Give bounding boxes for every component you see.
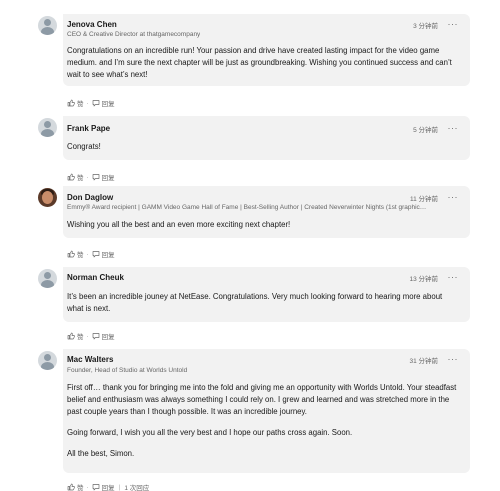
separator-dot: · (86, 173, 89, 181)
comment-paragraph: First off… thank you for bringing me int… (67, 383, 457, 416)
comment-paragraph: Wishing you all the best and an even mor… (67, 220, 291, 229)
more-icon[interactable]: ··· (448, 355, 459, 364)
thumbs-up-icon (67, 483, 75, 491)
comment-bubble: Mac Walters Founder, Head of Studio at W… (63, 349, 470, 473)
like-button[interactable]: 赞 (67, 331, 84, 341)
comment-actions: 赞 · 回复 (67, 98, 115, 108)
comment-time: 3 分钟前 (413, 23, 438, 30)
reply-icon (92, 483, 100, 491)
reply-button[interactable]: 回复 (92, 98, 115, 108)
comment-text: It’s been an incredible jouney at NetEas… (67, 291, 458, 324)
more-icon[interactable]: ··· (448, 273, 459, 282)
thumbs-up-icon (67, 173, 75, 181)
reply-button[interactable]: 回复 (92, 482, 115, 491)
comment-actions: 赞 · 回复 (67, 331, 115, 341)
comment-paragraph: Congratulations on an incredible run! Yo… (67, 46, 452, 79)
more-icon[interactable]: ··· (448, 193, 459, 202)
reply-icon (92, 99, 100, 107)
divider: | (118, 483, 121, 491)
comment-actions: 赞 · 回复 (67, 249, 115, 259)
avatar[interactable] (38, 351, 57, 370)
comment-bubble: Jenova Chen CEO & Creative Director at t… (63, 14, 470, 86)
like-button[interactable]: 赞 (67, 249, 84, 259)
thumbs-up-icon (67, 250, 75, 258)
separator-dot: · (86, 250, 89, 258)
comment-time: 31 分钟前 (409, 358, 438, 365)
commenter-name[interactable]: Mac Walters (67, 355, 113, 364)
commenter-headline: Emmy® Award recipient | GAMM Video Game … (67, 204, 427, 211)
avatar[interactable] (38, 118, 57, 137)
reply-button[interactable]: 回复 (92, 172, 115, 182)
more-icon[interactable]: ··· (448, 124, 459, 133)
like-button[interactable]: 赞 (67, 482, 84, 491)
commenter-name[interactable]: Norman Cheuk (67, 273, 124, 282)
reply-button[interactable]: 回复 (92, 249, 115, 259)
comment-time: 13 分钟前 (409, 276, 438, 283)
reply-icon (92, 250, 100, 258)
separator-dot: · (86, 332, 89, 340)
comment-paragraph: It’s been an incredible jouney at NetEas… (67, 292, 443, 313)
avatar[interactable] (38, 269, 57, 288)
separator-dot: · (86, 99, 89, 107)
comment-text: Congrats! (67, 141, 458, 162)
comment-paragraph: Congrats! (67, 142, 101, 151)
avatar[interactable] (38, 16, 57, 35)
commenter-name[interactable]: Don Daglow (67, 193, 113, 202)
comment-bubble: Frank Pape 5 分钟前 ··· Congrats! (63, 116, 470, 160)
comment-actions: 赞 · 回复 | 1 次回应 (67, 482, 149, 491)
comment-paragraph: All the best, Simon. (67, 449, 135, 458)
comment-actions: 赞 · 回复 (67, 172, 115, 182)
reply-count[interactable]: 1 次回应 (124, 482, 149, 491)
commenter-name[interactable]: Jenova Chen (67, 20, 117, 29)
reply-icon (92, 173, 100, 181)
comment-bubble: Norman Cheuk 13 分钟前 ··· It’s been an inc… (63, 267, 470, 322)
separator-dot: · (86, 483, 89, 491)
commenter-headline: CEO & Creative Director at thatgamecompa… (67, 31, 201, 38)
avatar[interactable] (38, 188, 57, 207)
comment-text: First off… thank you for bringing me int… (67, 382, 458, 469)
like-button[interactable]: 赞 (67, 172, 84, 182)
reply-icon (92, 332, 100, 340)
more-icon[interactable]: ··· (448, 20, 459, 29)
comment-time: 5 分钟前 (413, 127, 438, 134)
comment-text: Congratulations on an incredible run! Yo… (67, 45, 458, 90)
commenter-headline: Founder, Head of Studio at Worlds Untold (67, 367, 188, 374)
commenter-name[interactable]: Frank Pape (67, 124, 110, 133)
comment-text: Wishing you all the best and an even mor… (67, 219, 458, 240)
comment-bubble: Don Daglow Emmy® Award recipient | GAMM … (63, 186, 470, 238)
thumbs-up-icon (67, 99, 75, 107)
comment-time: 11 分钟前 (409, 196, 438, 203)
comment-paragraph: Going forward, I wish you all the very b… (67, 428, 353, 437)
thumbs-up-icon (67, 332, 75, 340)
like-button[interactable]: 赞 (67, 98, 84, 108)
reply-button[interactable]: 回复 (92, 331, 115, 341)
